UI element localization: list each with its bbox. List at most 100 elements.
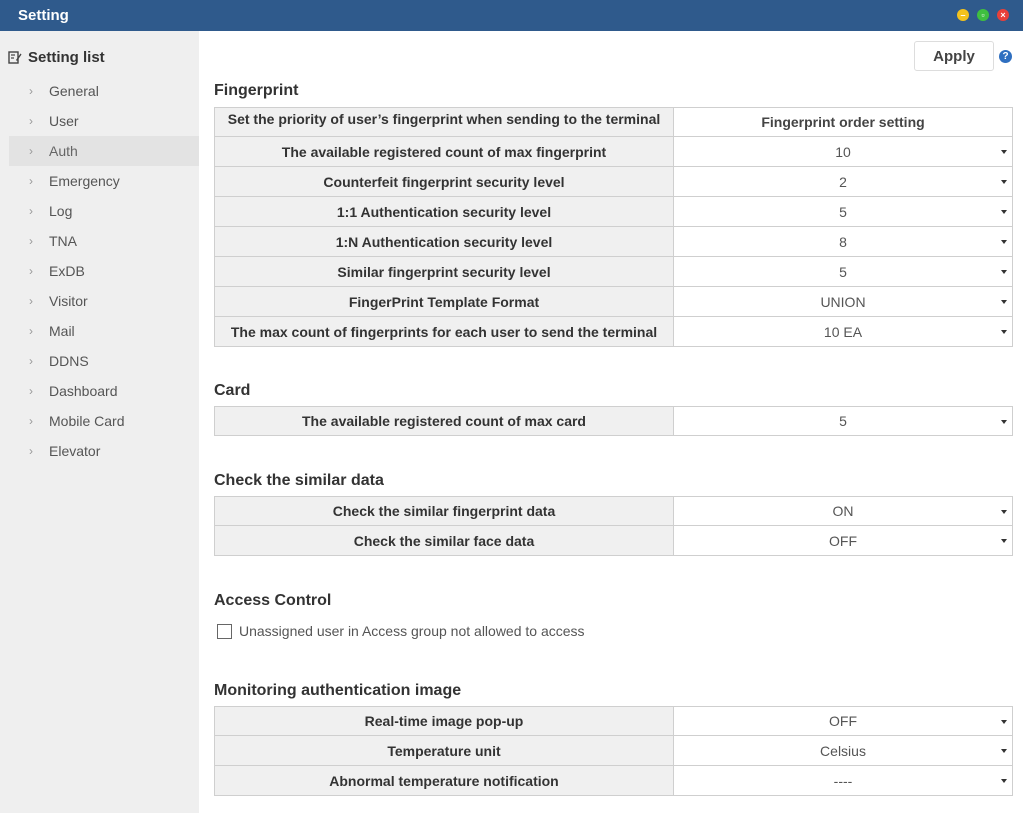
section-title-similar: Check the similar data	[214, 472, 384, 489]
chevron-right-icon: ›	[29, 114, 33, 128]
chevron-right-icon: ›	[29, 354, 33, 368]
sidebar-item-label: Elevator	[49, 443, 101, 459]
section-title-card: Card	[214, 382, 251, 399]
row-label: Real-time image pop-up	[214, 706, 674, 736]
sidebar-item-label: Visitor	[49, 293, 88, 309]
sidebar-item-label: General	[49, 83, 99, 99]
minimize-button[interactable]: –	[957, 9, 969, 21]
chevron-right-icon: ›	[29, 204, 33, 218]
sidebar-item-label: DDNS	[49, 353, 89, 369]
table-row: Check the similar fingerprint data ON	[214, 496, 1013, 526]
section-title-monitoring: Monitoring authentication image	[214, 682, 462, 699]
auth-1to1-level-select[interactable]: 5	[674, 197, 1013, 227]
sidebar-item-elevator[interactable]: › Elevator	[9, 436, 199, 466]
sidebar-item-exdb[interactable]: › ExDB	[9, 256, 199, 286]
row-value: 5	[839, 413, 847, 429]
row-value: 10	[835, 143, 851, 160]
fingerprint-table: Set the priority of user’s fingerprint w…	[214, 107, 1013, 347]
sidebar-item-mail[interactable]: › Mail	[9, 316, 199, 346]
abnormal-temp-select[interactable]: ----	[674, 766, 1013, 796]
row-label: Temperature unit	[214, 736, 674, 766]
chevron-right-icon: ›	[29, 264, 33, 278]
row-value: Celsius	[820, 742, 866, 759]
similar-fingerprint-level-select[interactable]: 5	[674, 257, 1013, 287]
help-icon[interactable]: ?	[999, 50, 1012, 63]
row-label: Counterfeit fingerprint security level	[214, 167, 674, 197]
unassigned-user-checkbox[interactable]	[217, 623, 232, 639]
similar-fingerprint-select[interactable]: ON	[674, 496, 1013, 526]
table-row: Set the priority of user’s fingerprint w…	[214, 107, 1013, 137]
sidebar-item-label: User	[49, 113, 79, 129]
chevron-right-icon: ›	[29, 294, 33, 308]
caret-down-icon	[1001, 779, 1007, 783]
monitoring-table: Real-time image pop-up OFF Temperature u…	[214, 706, 1013, 796]
sidebar-item-ddns[interactable]: › DDNS	[9, 346, 199, 376]
fingerprint-order-setting-button[interactable]: Fingerprint order setting	[674, 107, 1013, 137]
realtime-popup-select[interactable]: OFF	[674, 706, 1013, 736]
settings-panel: Apply ? Fingerprint Set the priority of …	[199, 31, 1023, 813]
checkbox-label: Unassigned user in Access group not allo…	[239, 623, 585, 639]
sidebar-item-auth[interactable]: › Auth	[9, 136, 199, 166]
sidebar-item-label: ExDB	[49, 263, 85, 279]
apply-button[interactable]: Apply	[914, 41, 994, 71]
row-label: Check the similar face data	[214, 526, 674, 556]
row-value: OFF	[829, 713, 857, 729]
caret-down-icon	[1001, 210, 1007, 214]
table-row: Temperature unit Celsius	[214, 736, 1013, 766]
max-card-select[interactable]: 5	[674, 406, 1013, 436]
maximize-button[interactable]: ▫	[977, 9, 989, 21]
row-value: UNION	[820, 293, 866, 310]
row-value: ----	[833, 772, 853, 789]
sidebar-item-mobile-card[interactable]: › Mobile Card	[9, 406, 199, 436]
row-value: Fingerprint order setting	[761, 114, 925, 130]
auth-1ton-level-select[interactable]: 8	[674, 227, 1013, 257]
sidebar-title: Setting list	[28, 48, 105, 66]
section-title-access: Access Control	[214, 592, 332, 609]
sidebar-item-log[interactable]: › Log	[9, 196, 199, 226]
chevron-right-icon: ›	[29, 384, 33, 398]
sidebar-item-user[interactable]: › User	[9, 106, 199, 136]
counterfeit-level-select[interactable]: 2	[674, 167, 1013, 197]
row-label: 1:N Authentication security level	[214, 227, 674, 257]
section-title-fingerprint: Fingerprint	[214, 82, 299, 99]
sidebar-item-label: Log	[49, 203, 73, 219]
chevron-right-icon: ›	[29, 324, 33, 338]
table-row: Abnormal temperature notification ----	[214, 766, 1013, 796]
caret-down-icon	[1001, 330, 1007, 334]
sidebar-item-dashboard[interactable]: › Dashboard	[9, 376, 199, 406]
similar-face-select[interactable]: OFF	[674, 526, 1013, 556]
template-format-select[interactable]: UNION	[674, 287, 1013, 317]
sidebar: Setting list › General › User › Auth › Emerg…	[0, 31, 199, 813]
sidebar-item-visitor[interactable]: › Visitor	[9, 286, 199, 316]
chevron-right-icon: ›	[29, 84, 33, 98]
title-bar: Setting – ▫ ×	[0, 0, 1023, 31]
chevron-right-icon: ›	[29, 444, 33, 458]
table-row: 1:N Authentication security level 8	[214, 227, 1013, 257]
row-value: OFF	[829, 532, 857, 549]
row-label: The max count of fingerprints for each u…	[214, 317, 674, 347]
table-row: 1:1 Authentication security level 5	[214, 197, 1013, 227]
chevron-right-icon: ›	[29, 144, 33, 158]
sidebar-item-general[interactable]: › General	[9, 76, 199, 106]
table-row: FingerPrint Template Format UNION	[214, 287, 1013, 317]
row-label: 1:1 Authentication security level	[214, 197, 674, 227]
sidebar-item-tna[interactable]: › TNA	[9, 226, 199, 256]
table-row: Check the similar face data OFF	[214, 526, 1013, 556]
close-button[interactable]: ×	[997, 9, 1009, 21]
row-value: 2	[839, 173, 847, 190]
temperature-unit-select[interactable]: Celsius	[674, 736, 1013, 766]
sidebar-item-label: Auth	[49, 143, 78, 159]
similar-table: Check the similar fingerprint data ON Ch…	[214, 496, 1013, 556]
row-value: 5	[839, 263, 847, 280]
row-value: 10 EA	[823, 323, 863, 340]
sidebar-list: › General › User › Auth › Emergency › Log › TN…	[9, 76, 199, 466]
max-fingerprints-send-select[interactable]: 10 EA	[674, 317, 1013, 347]
table-row: Counterfeit fingerprint security level 2	[214, 167, 1013, 197]
max-fingerprint-select[interactable]: 10	[674, 137, 1013, 167]
table-row: Similar fingerprint security level 5	[214, 257, 1013, 287]
sidebar-header: Setting list	[8, 46, 105, 68]
sidebar-item-label: Mobile Card	[49, 413, 125, 429]
chevron-right-icon: ›	[29, 174, 33, 188]
caret-down-icon	[1001, 539, 1007, 543]
sidebar-item-emergency[interactable]: › Emergency	[9, 166, 199, 196]
